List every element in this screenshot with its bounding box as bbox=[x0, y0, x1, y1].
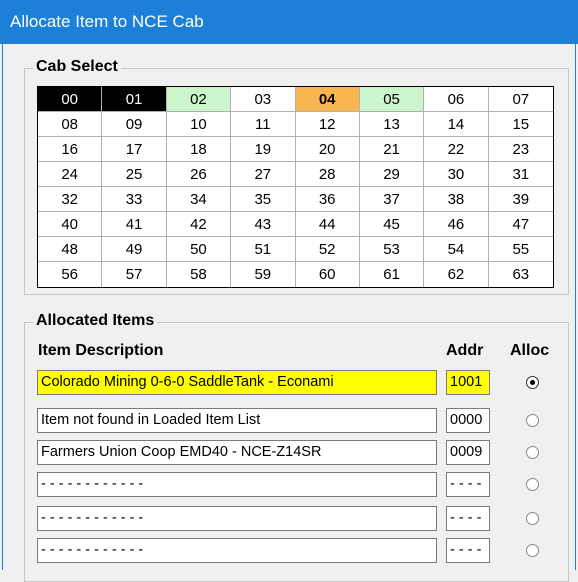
cab-cell-15[interactable]: 15 bbox=[488, 112, 553, 137]
item-addr-field[interactable]: - - - - bbox=[446, 538, 490, 563]
cab-cell-32[interactable]: 32 bbox=[38, 187, 103, 212]
alloc-radio-button[interactable] bbox=[526, 414, 539, 427]
cab-cell-30[interactable]: 30 bbox=[424, 162, 489, 187]
cab-cell-10[interactable]: 10 bbox=[166, 112, 232, 137]
alloc-radio-button[interactable] bbox=[526, 446, 539, 459]
allocated-items-legend: Allocated Items bbox=[33, 312, 158, 330]
alloc-radio-button[interactable] bbox=[526, 376, 539, 389]
cab-cell-17[interactable]: 17 bbox=[102, 137, 167, 162]
cab-cell-56[interactable]: 56 bbox=[38, 262, 103, 287]
cab-cell-42[interactable]: 42 bbox=[166, 212, 232, 237]
cab-cell-19[interactable]: 19 bbox=[231, 137, 296, 162]
cab-cell-25[interactable]: 25 bbox=[102, 162, 167, 187]
cab-cell-52[interactable]: 52 bbox=[295, 237, 360, 262]
cab-cell-20[interactable]: 20 bbox=[295, 137, 360, 162]
cab-cell-57[interactable]: 57 bbox=[102, 262, 167, 287]
cab-cell-05[interactable]: 05 bbox=[359, 87, 425, 112]
cab-cell-12[interactable]: 12 bbox=[295, 112, 360, 137]
item-description-field[interactable]: - - - - - - - - - - - - bbox=[37, 506, 437, 531]
cab-cell-63[interactable]: 63 bbox=[488, 262, 553, 287]
cab-cell-29[interactable]: 29 bbox=[359, 162, 425, 187]
cab-cell-50[interactable]: 50 bbox=[166, 237, 232, 262]
cab-cell-46[interactable]: 46 bbox=[424, 212, 489, 237]
cab-cell-61[interactable]: 61 bbox=[359, 262, 425, 287]
cab-cell-55[interactable]: 55 bbox=[488, 237, 553, 262]
cab-cell-09[interactable]: 09 bbox=[102, 112, 167, 137]
item-description-field[interactable]: Colorado Mining 0-6-0 SaddleTank - Econa… bbox=[37, 370, 437, 395]
item-addr-field[interactable]: - - - - bbox=[446, 472, 490, 497]
cab-cell-62[interactable]: 62 bbox=[424, 262, 489, 287]
cab-cell-23[interactable]: 23 bbox=[488, 137, 553, 162]
cab-cell-06[interactable]: 06 bbox=[424, 87, 489, 112]
item-addr-field[interactable]: 0009 bbox=[446, 440, 490, 465]
cab-cell-14[interactable]: 14 bbox=[424, 112, 489, 137]
cab-cell-21[interactable]: 21 bbox=[359, 137, 425, 162]
cab-cell-34[interactable]: 34 bbox=[166, 187, 232, 212]
cab-cell-33[interactable]: 33 bbox=[102, 187, 167, 212]
cab-cell-41[interactable]: 41 bbox=[102, 212, 167, 237]
item-description-field[interactable]: Item not found in Loaded Item List bbox=[37, 408, 437, 433]
cab-cell-43[interactable]: 43 bbox=[231, 212, 296, 237]
cab-cell-49[interactable]: 49 bbox=[102, 237, 167, 262]
cab-cell-45[interactable]: 45 bbox=[359, 212, 425, 237]
cab-cell-36[interactable]: 36 bbox=[295, 187, 360, 212]
item-description-field[interactable]: - - - - - - - - - - - - bbox=[37, 472, 437, 497]
cab-grid: 00 01 02 03 04 05 06 07 08 09 10 11 12 13 14 15 16 17 18 19… bbox=[37, 86, 554, 288]
cab-cell-35[interactable]: 35 bbox=[231, 187, 296, 212]
item-addr-field[interactable]: - - - - bbox=[446, 506, 490, 531]
cab-cell-04[interactable]: 04 bbox=[295, 87, 360, 112]
cab-cell-00[interactable]: 00 bbox=[38, 87, 103, 112]
cab-cell-47[interactable]: 47 bbox=[488, 212, 553, 237]
cab-cell-58[interactable]: 58 bbox=[166, 262, 232, 287]
item-addr-field[interactable]: 1001 bbox=[446, 370, 490, 395]
cab-cell-53[interactable]: 53 bbox=[359, 237, 425, 262]
cab-cell-13[interactable]: 13 bbox=[359, 112, 425, 137]
alloc-radio-button[interactable] bbox=[526, 512, 539, 525]
cab-cell-02[interactable]: 02 bbox=[166, 87, 232, 112]
cab-cell-07[interactable]: 07 bbox=[488, 87, 553, 112]
cab-cell-26[interactable]: 26 bbox=[166, 162, 232, 187]
cab-cell-51[interactable]: 51 bbox=[231, 237, 296, 262]
cab-cell-31[interactable]: 31 bbox=[488, 162, 553, 187]
addr-header: Addr bbox=[446, 342, 484, 359]
cab-cell-37[interactable]: 37 bbox=[359, 187, 425, 212]
alloc-header: Alloc bbox=[510, 342, 550, 359]
cab-cell-16[interactable]: 16 bbox=[38, 137, 103, 162]
cab-cell-39[interactable]: 39 bbox=[488, 187, 553, 212]
cab-cell-27[interactable]: 27 bbox=[231, 162, 296, 187]
item-description-field[interactable]: - - - - - - - - - - - - bbox=[37, 538, 437, 563]
cab-cell-48[interactable]: 48 bbox=[38, 237, 103, 262]
item-description-field[interactable]: Farmers Union Coop EMD40 - NCE-Z14SR bbox=[37, 440, 437, 465]
alloc-radio-button[interactable] bbox=[526, 478, 539, 491]
cab-cell-18[interactable]: 18 bbox=[166, 137, 232, 162]
cab-cell-11[interactable]: 11 bbox=[231, 112, 296, 137]
cab-cell-38[interactable]: 38 bbox=[424, 187, 489, 212]
cab-cell-40[interactable]: 40 bbox=[38, 212, 103, 237]
item-addr-field[interactable]: 0000 bbox=[446, 408, 490, 433]
cab-cell-60[interactable]: 60 bbox=[295, 262, 360, 287]
item-description-header: Item Description bbox=[38, 342, 164, 359]
cab-cell-28[interactable]: 28 bbox=[295, 162, 360, 187]
window-title-bar[interactable]: Allocate Item to NCE Cab bbox=[0, 0, 578, 44]
cab-cell-22[interactable]: 22 bbox=[424, 137, 489, 162]
cab-cell-44[interactable]: 44 bbox=[295, 212, 360, 237]
cab-cell-54[interactable]: 54 bbox=[424, 237, 489, 262]
alloc-radio-button[interactable] bbox=[526, 544, 539, 557]
cab-cell-03[interactable]: 03 bbox=[231, 87, 296, 112]
cab-cell-01[interactable]: 01 bbox=[102, 87, 167, 112]
cab-cell-24[interactable]: 24 bbox=[38, 162, 103, 187]
cab-cell-59[interactable]: 59 bbox=[231, 262, 296, 287]
cab-select-legend: Cab Select bbox=[33, 58, 121, 76]
window-title: Allocate Item to NCE Cab bbox=[10, 12, 204, 31]
cab-cell-08[interactable]: 08 bbox=[38, 112, 103, 137]
